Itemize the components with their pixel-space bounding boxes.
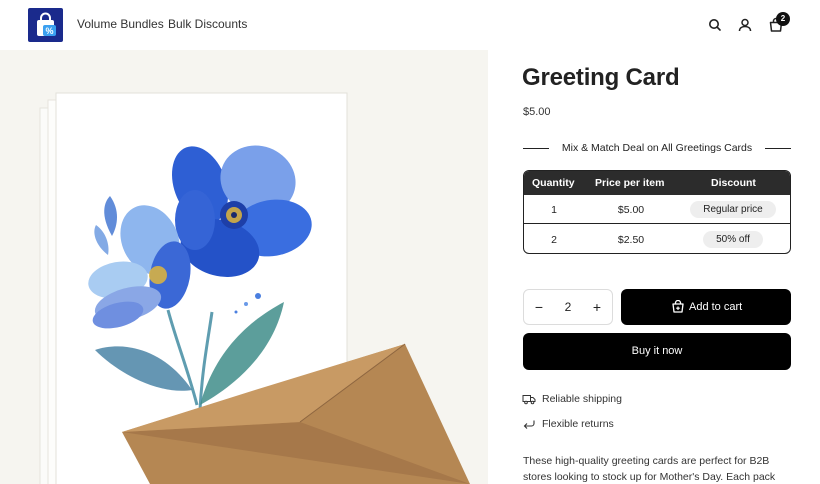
svg-text:%: % (45, 26, 53, 36)
add-to-cart-button[interactable]: Add to cart (621, 289, 791, 325)
product-title: Greeting Card (522, 64, 680, 91)
return-arrow-icon (522, 417, 536, 434)
nav-bulk-discounts[interactable]: Bulk Discounts (168, 17, 247, 31)
deal-heading: Mix & Match Deal on All Greetings Cards (523, 141, 791, 155)
add-to-cart-label: Add to cart (689, 301, 743, 313)
store-logo[interactable]: % (28, 8, 63, 42)
product-price: $5.00 (523, 106, 551, 118)
quantity-stepper: − + (523, 289, 613, 325)
header-discount: Discount (711, 177, 756, 189)
search-icon[interactable] (706, 16, 724, 34)
nav-volume-bundles[interactable]: Volume Bundles (77, 17, 164, 31)
table-row: 1 $5.00 Regular price (524, 195, 790, 224)
discount-badge: 50% off (703, 231, 763, 248)
table-row: 2 $2.50 50% off (524, 225, 790, 253)
buy-now-button[interactable]: Buy it now (523, 333, 791, 370)
table-header: Quantity Price per item Discount (524, 171, 790, 195)
account-icon[interactable] (736, 16, 754, 34)
site-header: % Volume Bundles Bulk Discounts 2 (0, 0, 820, 50)
deal-heading-text: Mix & Match Deal on All Greetings Cards (561, 142, 753, 154)
truck-icon (522, 392, 536, 409)
row-price: $5.00 (617, 204, 645, 216)
header-price-per-item: Price per item (595, 177, 665, 189)
quantity-input[interactable] (554, 290, 582, 324)
cart-add-icon (671, 299, 685, 317)
header-quantity: Quantity (532, 177, 575, 189)
feature-shipping-label: Reliable shipping (542, 393, 622, 405)
feature-returns-label: Flexible returns (542, 418, 614, 430)
quantity-decrease-button[interactable]: − (524, 290, 554, 324)
product-description: These high-quality greeting cards are pe… (523, 455, 776, 483)
discount-badge: Regular price (690, 201, 776, 218)
row-quantity: 1 (551, 204, 557, 216)
divider-right (765, 148, 791, 149)
cart-count-badge: 2 (776, 12, 790, 26)
volume-discount-table: Quantity Price per item Discount 1 $5.00… (523, 170, 791, 254)
shopping-bag-discount-icon: % (37, 12, 56, 36)
row-quantity: 2 (551, 234, 557, 246)
quantity-increase-button[interactable]: + (582, 290, 612, 324)
row-price: $2.50 (617, 234, 645, 246)
product-image (0, 50, 488, 484)
